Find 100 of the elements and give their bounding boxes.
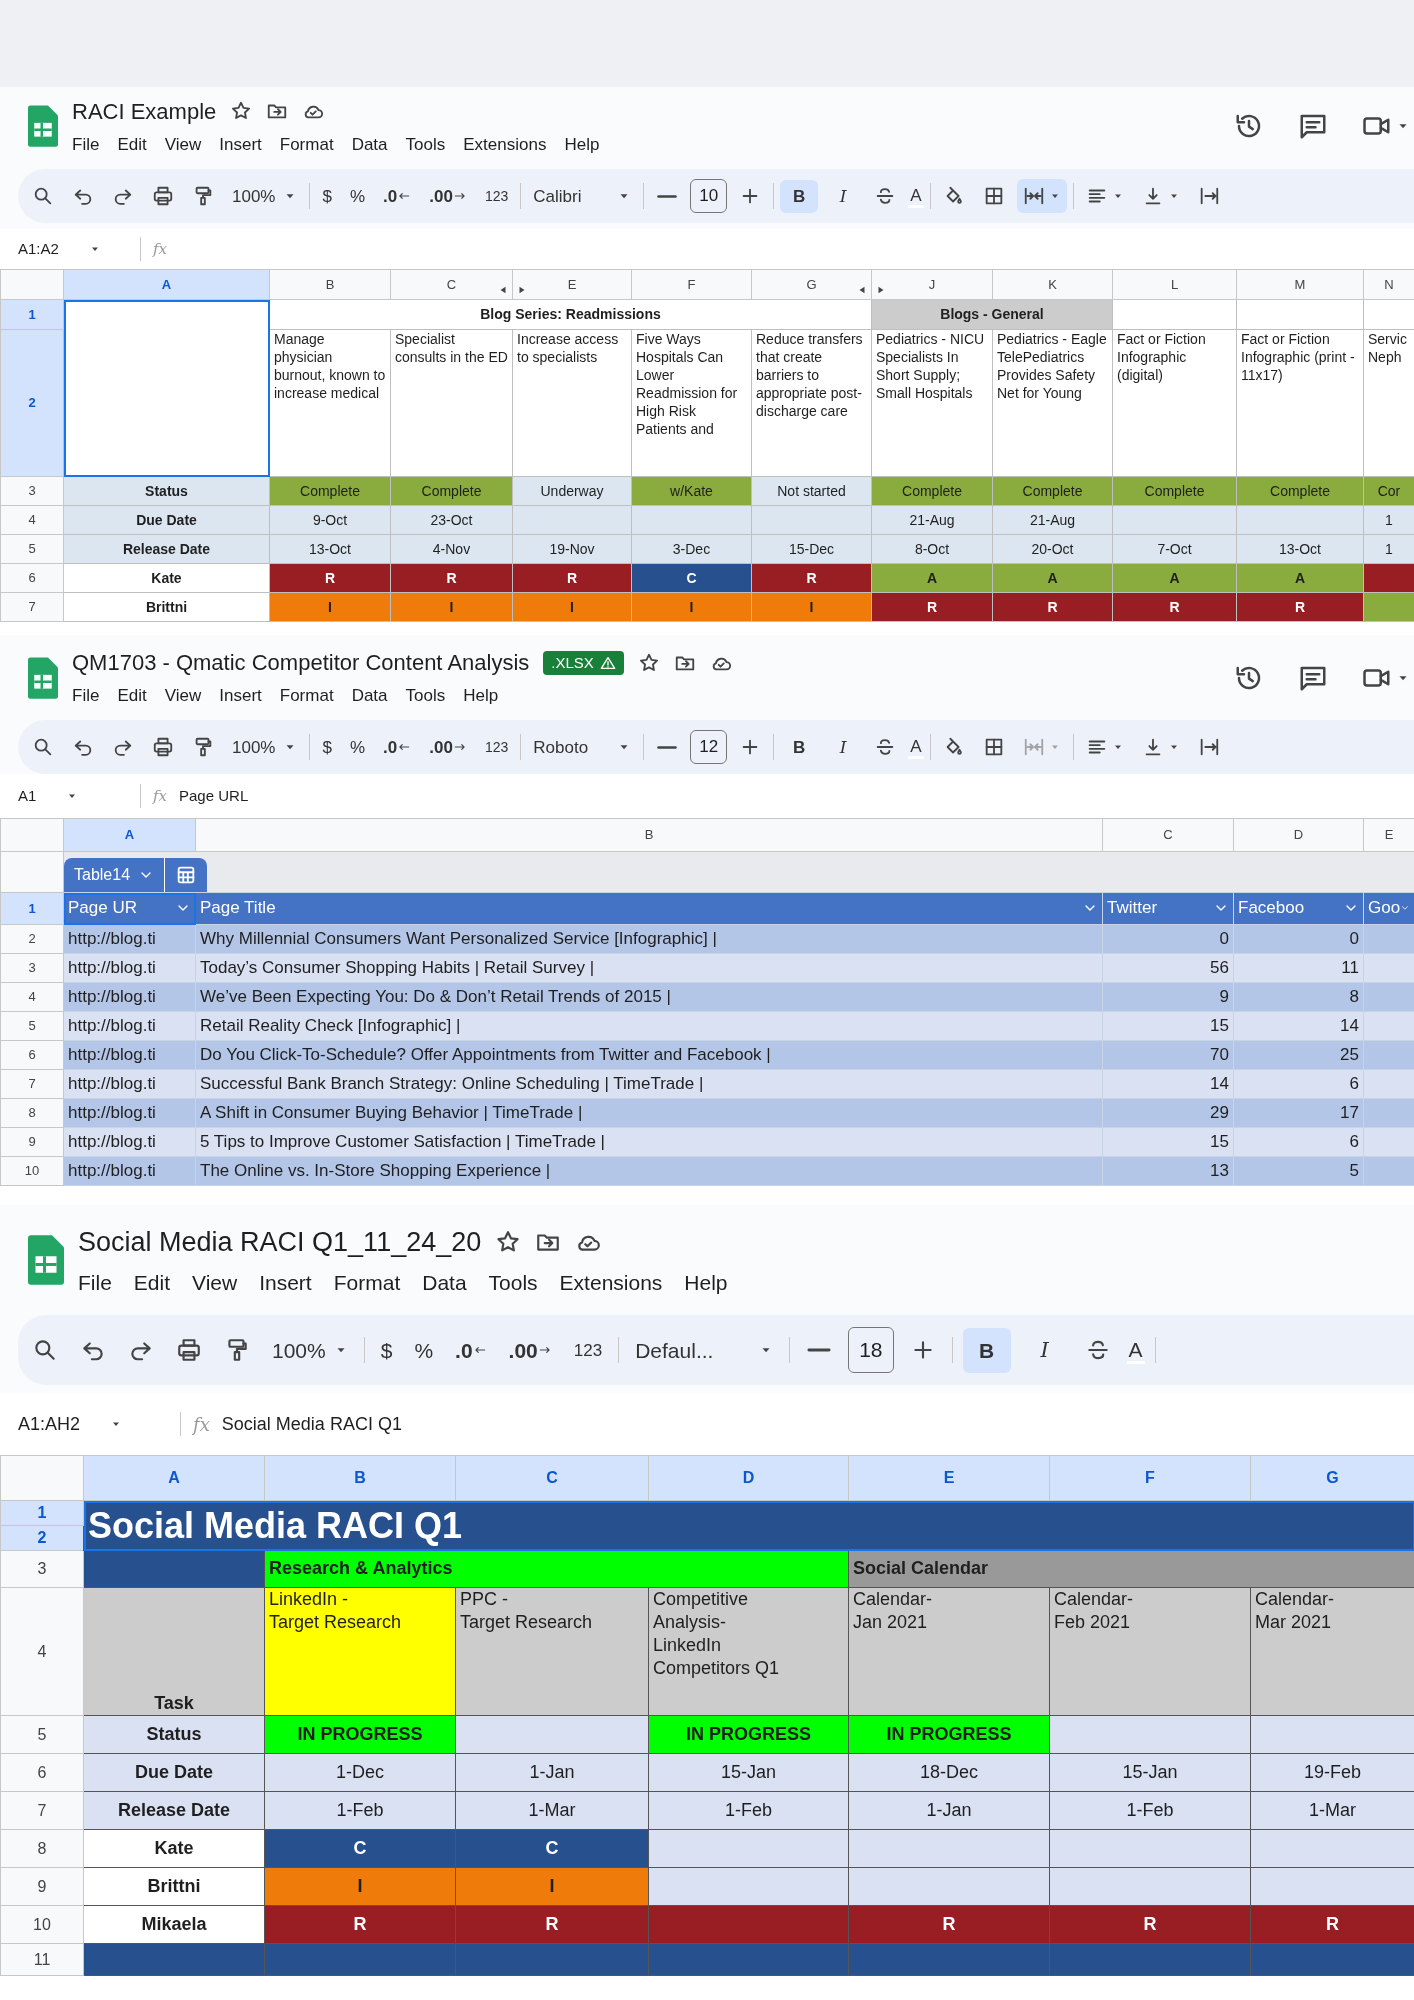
decrease-decimal-button[interactable]: .0 [377, 732, 418, 762]
sheet-cell[interactable] [83, 1550, 265, 1588]
sheet-cell[interactable]: 13 [1102, 1156, 1234, 1186]
sheet-cell[interactable] [1236, 505, 1364, 535]
name-box[interactable]: A1:A2 [18, 237, 128, 261]
column-header[interactable]: B [264, 1455, 456, 1501]
percent-button[interactable]: % [343, 181, 372, 211]
sheet-cell[interactable]: Complete [1112, 476, 1237, 506]
sheet-cell[interactable]: Goo [1363, 892, 1414, 925]
sheet-cell[interactable]: Research & Analytics [264, 1550, 849, 1588]
column-header[interactable]: A [63, 269, 270, 300]
sheet-cell[interactable]: Mikaela [83, 1905, 265, 1944]
increase-decimal-button[interactable]: .00 [502, 1333, 558, 1367]
menu-item[interactable]: Edit [117, 131, 147, 158]
sheet-cell[interactable]: 15-Jan [648, 1753, 849, 1792]
sheet-cell[interactable] [848, 1943, 1050, 1976]
sheet-cell[interactable]: R [848, 1905, 1050, 1944]
column-header[interactable]: C [1102, 818, 1234, 852]
sheet-cell[interactable]: http://blog.ti [63, 1127, 196, 1157]
sheet-cell[interactable]: R [455, 1905, 649, 1944]
text-color-button[interactable]: A [908, 184, 924, 208]
menu-item[interactable]: Insert [259, 1266, 312, 1298]
increase-decimal-button[interactable]: .00 [423, 732, 473, 762]
sheet-cell[interactable]: 0 [1102, 924, 1234, 954]
sheet-cell[interactable]: I [390, 592, 513, 622]
sheet-cell[interactable]: Page UR [63, 892, 196, 925]
sheet-cell[interactable]: 25 [1233, 1040, 1364, 1070]
sheet-cell[interactable]: C [264, 1829, 456, 1868]
document-title[interactable]: Social Media RACI Q1_11_24_20 [78, 1222, 482, 1263]
sheet-cell[interactable]: I [751, 592, 872, 622]
menu-item[interactable]: File [78, 1266, 112, 1298]
sheet-cell[interactable]: 13-Oct [269, 534, 391, 564]
sheet-cell[interactable]: Reduce transfers that create barriers to appropriate post-discharge care [751, 329, 872, 477]
sheet-cell[interactable]: 21-Aug [992, 505, 1113, 535]
font-size-field[interactable]: 12 [690, 730, 728, 764]
sheet-cell[interactable]: R [269, 563, 391, 593]
table-menu-button[interactable] [164, 858, 208, 892]
row-number[interactable]: 10 [0, 1905, 84, 1944]
spreadsheet-logo-icon[interactable] [28, 656, 58, 699]
column-header[interactable]: F [631, 269, 752, 300]
sheet-cell[interactable]: Status [63, 476, 270, 506]
sheet-cell[interactable]: 20-Oct [992, 534, 1113, 564]
column-header[interactable]: B [195, 818, 1103, 852]
sheet-cell[interactable]: Complete [390, 476, 513, 506]
sheet-cell[interactable]: 13-Oct [1236, 534, 1364, 564]
sheet-cell[interactable]: 5 Tips to Improve Customer Satisfaction | TimeTrade | [195, 1127, 1103, 1157]
sheet-cell[interactable]: Due Date [83, 1753, 265, 1792]
menu-item[interactable]: File [72, 683, 100, 709]
corner-cell[interactable] [0, 818, 64, 852]
sheet-cell[interactable] [1250, 1829, 1414, 1868]
sheet-cell[interactable]: IN PROGRESS [648, 1715, 849, 1754]
sheet-cell[interactable]: http://blog.ti [63, 1156, 196, 1186]
sheet-cell[interactable] [648, 1867, 849, 1906]
column-header[interactable]: G [751, 269, 872, 300]
sheet-cell[interactable]: 8 [1233, 982, 1364, 1012]
sheet-cell[interactable] [1049, 1829, 1251, 1868]
sheet-cell[interactable]: PPC - Target Research [455, 1587, 649, 1716]
sheet-cell[interactable]: Do You Click-To-Schedule? Offer Appointments from Twitter and Facebook | [195, 1040, 1103, 1070]
sheet-cell[interactable]: 4-Nov [390, 534, 513, 564]
sheet-cell[interactable]: C [455, 1829, 649, 1868]
sheet-cell[interactable]: Retail Reality Check [Infographic] | [195, 1011, 1103, 1041]
sheet-cell[interactable]: 6 [1233, 1069, 1364, 1099]
sheet-cell[interactable]: Pediatrics - NICU Specialists In Short Supply; Small Hospitals [871, 329, 993, 477]
sheet-cell[interactable]: 14 [1233, 1011, 1364, 1041]
column-header[interactable]: B [269, 269, 391, 300]
spreadsheet-logo-icon[interactable] [28, 1235, 64, 1285]
sheet-cell[interactable]: Faceboo [1233, 892, 1364, 925]
italic-button[interactable]: I [1020, 1327, 1069, 1373]
sheet-cell[interactable]: Complete [992, 476, 1113, 506]
sheet-cell[interactable]: http://blog.ti [63, 1040, 196, 1070]
sheet-cell[interactable]: 21-Aug [871, 505, 993, 535]
sheet-cell[interactable] [648, 1905, 849, 1944]
sheet-cell[interactable]: 18-Dec [848, 1753, 1050, 1792]
row-number[interactable]: 8 [0, 1098, 64, 1128]
row-number[interactable]: 5 [0, 1715, 84, 1754]
row-number[interactable]: 6 [0, 563, 64, 593]
column-header[interactable]: D [648, 1455, 849, 1501]
sheet-cell[interactable]: 15 [1102, 1011, 1234, 1041]
sheet-cell[interactable]: Increase access to specialists [512, 329, 632, 477]
sheet-cell[interactable]: 1-Feb [264, 1791, 456, 1830]
sheet-cell[interactable]: w/Kate [631, 476, 752, 506]
column-header[interactable]: E [512, 269, 632, 300]
row-number[interactable]: 2 [0, 924, 64, 954]
row-number[interactable]: 4 [0, 1587, 84, 1716]
merge-button[interactable] [1016, 179, 1067, 213]
sheet-cell[interactable]: 1-Jan [848, 1791, 1050, 1830]
sheet-cell[interactable] [1250, 1715, 1414, 1754]
menu-item[interactable]: Edit [133, 1266, 171, 1298]
number-format-button[interactable]: 123 [478, 734, 515, 760]
number-format-button[interactable]: 123 [567, 1335, 609, 1365]
sheet-cell[interactable]: 1-Jan [455, 1753, 649, 1792]
sheet-cell[interactable]: 9-Oct [269, 505, 391, 535]
sheet-cell[interactable]: R [1112, 592, 1237, 622]
sheet-cell[interactable]: 70 [1102, 1040, 1234, 1070]
menu-item[interactable]: Format [333, 1266, 401, 1298]
sheet-cell[interactable]: http://blog.ti [63, 982, 196, 1012]
formula-text[interactable]: Social Media RACI Q1 [221, 1410, 402, 1438]
currency-button[interactable]: $ [374, 1333, 399, 1367]
menu-item[interactable]: View [192, 1266, 238, 1298]
name-box[interactable]: A1 [18, 784, 128, 808]
